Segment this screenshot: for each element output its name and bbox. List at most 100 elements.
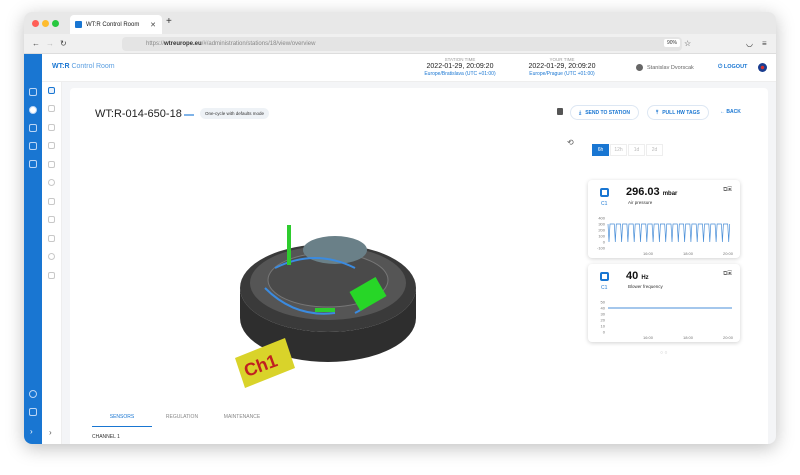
x-tick-label: 18:00 — [683, 335, 694, 340]
close-tab-icon[interactable]: ✕ — [150, 21, 156, 29]
expand-sidebar-icon[interactable]: › — [30, 427, 33, 436]
sidebar-trash-icon[interactable] — [29, 408, 37, 416]
history-icon[interactable]: ⟲ — [567, 138, 574, 147]
sensor-label: Air pressure — [628, 200, 653, 205]
sensor-card-air-pressure[interactable]: C1 296.03 mbar Air pressure ⧉▣ 400 300 200… — [588, 180, 740, 258]
zoom-level[interactable]: 90% — [664, 39, 681, 47]
sensor-label: Blower frequency — [628, 284, 663, 289]
forward-nav-icon[interactable]: → — [46, 39, 54, 48]
chip-icon — [600, 188, 609, 197]
y-tick-label: 10 — [601, 324, 606, 329]
clock-icon[interactable] — [48, 253, 55, 260]
maximize-window-button[interactable] — [52, 20, 59, 27]
range-6h[interactable]: 6h — [592, 144, 609, 156]
x-tick-label: 18:00 — [683, 251, 694, 256]
overview-icon[interactable] — [48, 87, 55, 94]
air-pressure-chart: 4003002001000-100 16:00 18:00 20:00 — [597, 216, 734, 257]
series-line — [607, 223, 731, 243]
bulb-icon[interactable] — [48, 198, 55, 205]
favicon-icon — [75, 21, 82, 28]
y-tick-label: 0 — [603, 330, 606, 335]
channel-label: C1 — [601, 201, 608, 207]
range-2d[interactable]: 2d — [646, 144, 663, 156]
open-external-icon[interactable]: ⧉▣ — [723, 187, 732, 194]
url-input[interactable]: https://wtreurope.eu/#/administration/st… — [122, 37, 682, 51]
minimize-window-button[interactable] — [42, 20, 49, 27]
sensor-card-blower-frequency[interactable]: C1 40 Hz Blower frequency ⧉▣ 50 40 30 20 10 0… — [588, 264, 740, 342]
sidebar-monitor-icon[interactable] — [29, 142, 37, 150]
range-12h[interactable]: 12h — [610, 144, 627, 156]
browser-tab[interactable]: WT:R Control Room ✕ — [70, 15, 162, 34]
url-prefix: https:// — [146, 41, 165, 47]
url-path: /#/administration/stations/18/view/overv… — [201, 41, 316, 47]
station-3d-model[interactable]: Ch1 — [225, 188, 425, 388]
document-icon[interactable] — [48, 272, 55, 279]
open-external-icon[interactable]: ⧉▣ — [723, 271, 732, 278]
umbrella-icon[interactable] — [48, 124, 55, 131]
carousel-dots[interactable]: ○ ○ — [660, 350, 667, 356]
y-tick-label: -100 — [597, 246, 606, 251]
menu-icon[interactable]: ≡ — [762, 39, 767, 48]
url-domain: wtreurope.eu — [164, 41, 202, 47]
user-menu[interactable]: Stanislav Dvorscak — [636, 64, 694, 71]
sidebar-stations-icon[interactable] — [29, 106, 37, 114]
pull-hw-tags-button[interactable]: ⤒ PULL HW TAGS — [647, 105, 709, 120]
expand-subsidebar-icon[interactable]: › — [49, 428, 52, 437]
sidebar-map-icon[interactable] — [29, 88, 37, 96]
y-tick-label: 0 — [603, 240, 606, 245]
language-flag-icon[interactable] — [758, 63, 767, 72]
app-logo[interactable]: WT:R Control Room — [52, 63, 115, 70]
y-tick-label: 400 — [598, 216, 605, 221]
station-sidebar: › — [42, 82, 62, 444]
sensor-value: 296.03 mbar — [626, 186, 678, 198]
x-tick-label: 16:00 — [643, 251, 654, 256]
y-tick-label: 300 — [598, 222, 605, 227]
mode-badge: One-cycle with defaults mode — [200, 108, 270, 119]
y-tick-label: 40 — [601, 306, 606, 311]
y-tick-label: 100 — [598, 234, 605, 239]
sidebar-reports-icon[interactable] — [29, 160, 37, 168]
bookmark-star-icon[interactable]: ☆ — [684, 39, 691, 48]
x-tick-label: 16:00 — [643, 335, 654, 340]
lock-icon[interactable] — [557, 108, 563, 115]
range-1d[interactable]: 1d — [628, 144, 645, 156]
list-icon[interactable] — [48, 161, 55, 168]
wrench-icon[interactable] — [48, 235, 55, 242]
station-card: WT:R-014-650-18 One-cycle with defaults … — [70, 88, 768, 444]
blower-frequency-chart: 50403020100 16:00 18:00 20:00 — [601, 300, 734, 341]
y-tick-label: 20 — [601, 318, 606, 323]
back-nav-icon[interactable]: ← — [32, 39, 40, 48]
image-icon[interactable] — [48, 216, 55, 223]
user-name: Stanislav Dvorscak — [647, 64, 694, 71]
address-bar: ← → ↻ https://wtreurope.eu/#/administrat… — [24, 34, 776, 54]
logout-button[interactable]: ⏻ LOGOUT — [718, 64, 747, 71]
station-type-icon — [184, 108, 194, 116]
grid-icon[interactable] — [48, 105, 55, 112]
download-icon: ⤓ — [579, 109, 582, 116]
app-header: WT:R Control Room STATION TIME 2022-01-29… — [24, 54, 776, 82]
tab-maintenance[interactable]: MAINTENANCE — [212, 414, 272, 427]
tab-title: WT:R Control Room — [86, 21, 140, 28]
chip-icon — [600, 272, 609, 281]
browser-window: WT:R Control Room ✕ + ← → ↻ https://wtreu… — [24, 12, 776, 444]
pocket-icon[interactable]: ◡ — [746, 39, 753, 48]
section-tabs: SENSORS REGULATION MAINTENANCE — [92, 414, 272, 427]
new-tab-button[interactable]: + — [166, 16, 172, 27]
sidebar-tools-icon[interactable] — [29, 124, 37, 132]
user-avatar-icon — [636, 64, 643, 71]
power-icon: ⏻ — [718, 64, 723, 70]
sidebar-users-icon[interactable] — [29, 390, 37, 398]
send-to-station-button[interactable]: ⤓ SEND TO STATION — [570, 105, 639, 120]
settings-icon[interactable] — [48, 179, 55, 186]
reload-icon[interactable]: ↻ — [60, 39, 67, 48]
tab-regulation[interactable]: REGULATION — [152, 414, 212, 427]
fan-icon[interactable] — [48, 142, 55, 149]
x-tick-label: 20:00 — [723, 251, 734, 256]
main-sidebar: › — [24, 54, 42, 444]
close-window-button[interactable] — [32, 20, 39, 27]
tab-sensors[interactable]: SENSORS — [92, 414, 152, 427]
back-button[interactable]: ← BACK — [720, 109, 741, 115]
your-time: YOUR TIME 2022-01-29, 20:09:20 Europe/Prag… — [528, 57, 596, 77]
upload-icon: ⤒ — [656, 109, 659, 116]
page-title: WT:R-014-650-18 — [95, 108, 182, 120]
